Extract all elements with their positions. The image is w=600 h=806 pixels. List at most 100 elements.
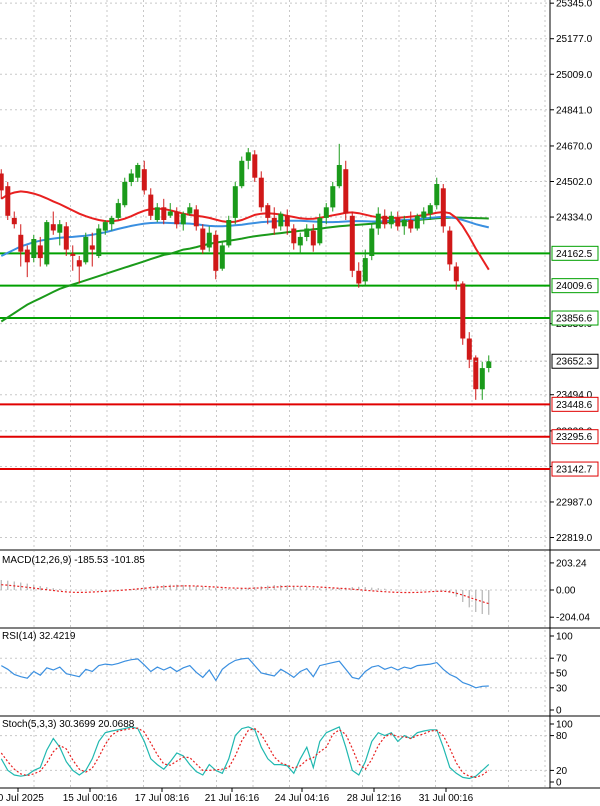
time-tick-label: 24 Jul 04:16 xyxy=(275,793,330,804)
stoch-tick-label: 0 xyxy=(556,778,562,789)
candle-body xyxy=(278,213,284,227)
price-tick-label: 22819.0 xyxy=(556,533,593,544)
candle-body xyxy=(226,220,232,246)
candle-body xyxy=(83,236,89,263)
candle-body xyxy=(401,220,407,227)
time-tick-label: 21 Jul 16:16 xyxy=(205,793,260,804)
rsi-tick-label: 0 xyxy=(556,706,562,717)
candle-body xyxy=(304,228,310,237)
stoch-title: Stoch(5,3,3) 30.3699 20.0688 xyxy=(2,719,135,730)
level-label-text: 24009.6 xyxy=(556,281,593,292)
stoch-tick-label: 80 xyxy=(556,731,568,742)
time-tick-label: 10 Jul 2025 xyxy=(0,793,44,804)
candle-body xyxy=(440,188,446,227)
price-tick-label: 24502.0 xyxy=(556,177,593,188)
macd-tick-label: -204.04 xyxy=(556,613,590,624)
candle-body xyxy=(336,165,342,187)
candle-body xyxy=(317,217,323,244)
candle-body xyxy=(427,205,433,214)
candle-body xyxy=(362,258,368,282)
price-tick-label: 25177.0 xyxy=(556,34,593,45)
candle-body xyxy=(115,203,121,218)
candle-body xyxy=(206,232,212,248)
candle-body xyxy=(63,226,69,250)
macd-tick-label: 0.00 xyxy=(556,586,576,597)
price-tick-label: 25009.0 xyxy=(556,70,593,81)
candle-body xyxy=(37,245,43,259)
rsi-tick-label: 70 xyxy=(556,654,568,665)
candle-body xyxy=(24,249,30,263)
time-tick-label: 15 Jul 00:16 xyxy=(63,793,118,804)
candle-body xyxy=(349,215,355,271)
candle-body xyxy=(453,266,459,282)
candle-body xyxy=(382,215,388,225)
candle-body xyxy=(200,228,206,250)
candle-body xyxy=(18,234,24,252)
candle-body xyxy=(466,338,472,360)
candle-body xyxy=(213,234,219,271)
candle-body xyxy=(232,186,238,218)
candle-body xyxy=(343,169,349,214)
candle-body xyxy=(219,245,225,269)
candle-body xyxy=(180,213,186,225)
time-tick-label: 28 Jul 12:16 xyxy=(347,793,402,804)
candle-body xyxy=(434,184,440,206)
candle-body xyxy=(187,207,193,214)
price-tick-label: 24670.0 xyxy=(556,141,593,152)
candle-body xyxy=(297,236,303,246)
level-label-text: 23856.6 xyxy=(556,314,593,325)
candle-body xyxy=(323,207,329,218)
price-tick-label: 22987.0 xyxy=(556,497,593,508)
candle-body xyxy=(122,181,128,206)
level-label-text: 23142.7 xyxy=(556,465,593,476)
rsi-tick-label: 30 xyxy=(556,683,568,694)
candle-body xyxy=(473,357,479,390)
candle-body xyxy=(154,207,160,220)
level-label-text: 23295.6 xyxy=(556,432,593,443)
candle-body xyxy=(395,217,401,227)
candle-body xyxy=(148,194,154,216)
candle-body xyxy=(388,215,394,225)
candle-body xyxy=(57,224,63,233)
chart-canvas: 25345.0 25177.0 25009.0 24841.0 24670.0 24502… xyxy=(0,0,600,806)
price-tick-label: 25345.0 xyxy=(556,0,593,10)
candle-body xyxy=(245,152,251,161)
candle-body xyxy=(239,160,245,187)
candle-body xyxy=(161,207,167,220)
macd-tick-label: 203.24 xyxy=(556,558,587,569)
candle-body xyxy=(447,230,453,265)
candle-body xyxy=(310,230,316,246)
candle-body xyxy=(408,220,414,229)
candle-body xyxy=(193,209,199,227)
candle-body xyxy=(460,283,466,339)
chart-background xyxy=(0,0,600,806)
candle-body xyxy=(31,239,37,258)
candle-body xyxy=(486,361,492,368)
candle-body xyxy=(252,154,258,178)
candle-body xyxy=(258,177,264,208)
candle-body xyxy=(135,165,141,178)
candle-body xyxy=(128,173,134,182)
candle-body xyxy=(76,260,82,267)
candle-body xyxy=(375,213,381,229)
level-label-text: 24162.5 xyxy=(556,249,593,260)
candle-body xyxy=(479,368,485,390)
candle-body xyxy=(167,211,173,216)
candle-body xyxy=(284,215,290,227)
level-label-text: 23448.6 xyxy=(556,400,593,411)
current-price-label: 23652.3 xyxy=(556,357,593,368)
candle-body xyxy=(421,211,427,218)
rsi-tick-label: 50 xyxy=(556,669,568,680)
price-tick-label: 24841.0 xyxy=(556,105,593,116)
candle-body xyxy=(265,205,271,218)
rsi-tick-label: 100 xyxy=(556,632,573,643)
candle-body xyxy=(44,222,50,265)
candle-body xyxy=(89,245,95,250)
rsi-title: RSI(14) 32.4219 xyxy=(2,631,76,642)
candle-body xyxy=(5,186,11,216)
stoch-tick-label: 100 xyxy=(556,720,573,731)
candle-body xyxy=(356,270,362,284)
candle-body xyxy=(70,253,76,256)
candle-body xyxy=(291,228,297,244)
candle-body xyxy=(102,222,108,231)
